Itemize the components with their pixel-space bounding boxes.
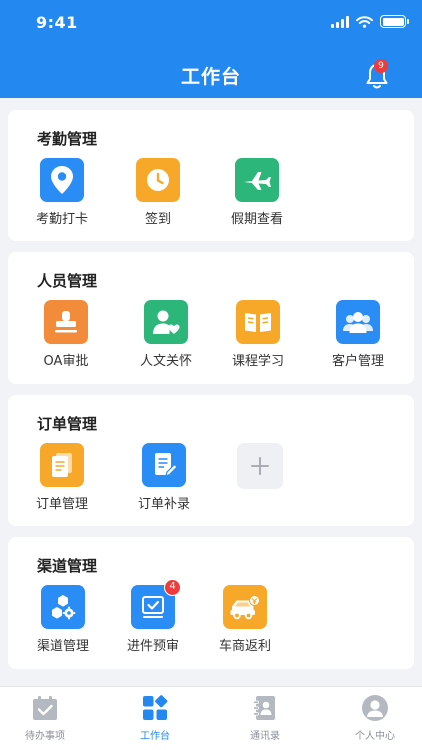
- item-label: 渠道管理: [36, 639, 89, 654]
- car-rebate-icon: [223, 585, 267, 629]
- pending-count-badge: 4: [164, 579, 181, 596]
- app-header: 9:41 工作台 9: [0, 0, 422, 98]
- tab-profile[interactable]: 个人中心: [330, 693, 420, 742]
- wifi-icon: [356, 15, 373, 28]
- workbench-grid-icon: [140, 693, 170, 723]
- humanistic-care-item[interactable]: 人文关怀: [118, 300, 214, 369]
- order-supplement-item[interactable]: 订单补录: [116, 443, 212, 512]
- item-label: 假期查看: [230, 212, 283, 227]
- cellular-signal-icon: [331, 15, 349, 28]
- section-attendance: 考勤管理 考勤打卡 签到 假期查看: [8, 110, 414, 241]
- item-label: 进件预审: [126, 639, 179, 654]
- tab-label: 个人中心: [355, 731, 395, 742]
- attendance-clock-in-item[interactable]: 考勤打卡: [14, 158, 110, 227]
- status-time: 9:41: [36, 13, 78, 32]
- pre-review-item[interactable]: 4 进件预审: [105, 579, 201, 654]
- checkbox-icon: 4: [131, 579, 181, 629]
- item-label: 人文关怀: [139, 354, 192, 369]
- section-title: 考勤管理: [37, 130, 98, 148]
- section-personnel: 人员管理 OA审批 人文关怀 课程学习 客户管理: [8, 252, 414, 384]
- airplane-icon: [235, 158, 279, 202]
- add-item-button[interactable]: [212, 443, 308, 489]
- hexagon-gear-icon: [41, 585, 85, 629]
- channel-management-item[interactable]: 渠道管理: [15, 585, 111, 654]
- tab-todo[interactable]: 待办事项: [0, 693, 90, 742]
- people-group-icon: [336, 300, 380, 344]
- order-management-item[interactable]: 订单管理: [14, 443, 110, 512]
- person-heart-icon: [144, 300, 188, 344]
- page-title: 工作台: [180, 66, 241, 88]
- tab-label: 工作台: [140, 731, 170, 742]
- battery-icon: [380, 15, 409, 28]
- item-label: 考勤打卡: [35, 212, 88, 227]
- section-title: 渠道管理: [37, 557, 98, 575]
- document-list-icon: [40, 443, 84, 487]
- status-icons: [331, 15, 409, 28]
- clock-icon: [136, 158, 180, 202]
- section-title: 人员管理: [37, 272, 98, 290]
- tab-label: 通讯录: [250, 731, 280, 742]
- notification-count-badge: 9: [374, 59, 388, 73]
- item-label: 签到: [144, 212, 171, 227]
- tab-contacts[interactable]: 通讯录: [220, 693, 310, 742]
- item-label: 客户管理: [331, 354, 384, 369]
- bottom-tab-bar: 待办事项 工作台 通讯录 个人中心: [0, 686, 422, 750]
- stamp-icon: [44, 300, 88, 344]
- item-label: 课程学习: [231, 354, 284, 369]
- course-study-item[interactable]: 课程学习: [210, 300, 306, 369]
- calendar-check-icon: [30, 693, 60, 723]
- sign-in-item[interactable]: 签到: [110, 158, 206, 227]
- oa-approval-item[interactable]: OA审批: [18, 300, 114, 369]
- document-edit-icon: [142, 443, 186, 487]
- item-label: 订单补录: [137, 497, 190, 512]
- customer-management-item[interactable]: 客户管理: [310, 300, 406, 369]
- tab-label: 待办事项: [25, 731, 65, 742]
- address-book-icon: [250, 693, 280, 723]
- item-label: 订单管理: [35, 497, 88, 512]
- section-title: 订单管理: [37, 415, 98, 433]
- open-book-icon: [236, 300, 280, 344]
- item-label: 车商返利: [218, 639, 271, 654]
- user-avatar-icon: [360, 693, 390, 723]
- dealer-rebate-item[interactable]: 车商返利: [197, 585, 293, 654]
- tab-workbench[interactable]: 工作台: [110, 693, 200, 742]
- section-orders: 订单管理 订单管理 订单补录: [8, 395, 414, 526]
- item-label: OA审批: [43, 354, 89, 369]
- holiday-view-item[interactable]: 假期查看: [209, 158, 305, 227]
- plus-icon: [237, 443, 283, 489]
- location-pin-icon: [40, 158, 84, 202]
- section-channels: 渠道管理 渠道管理 4 进件预审 车商返利: [8, 537, 414, 669]
